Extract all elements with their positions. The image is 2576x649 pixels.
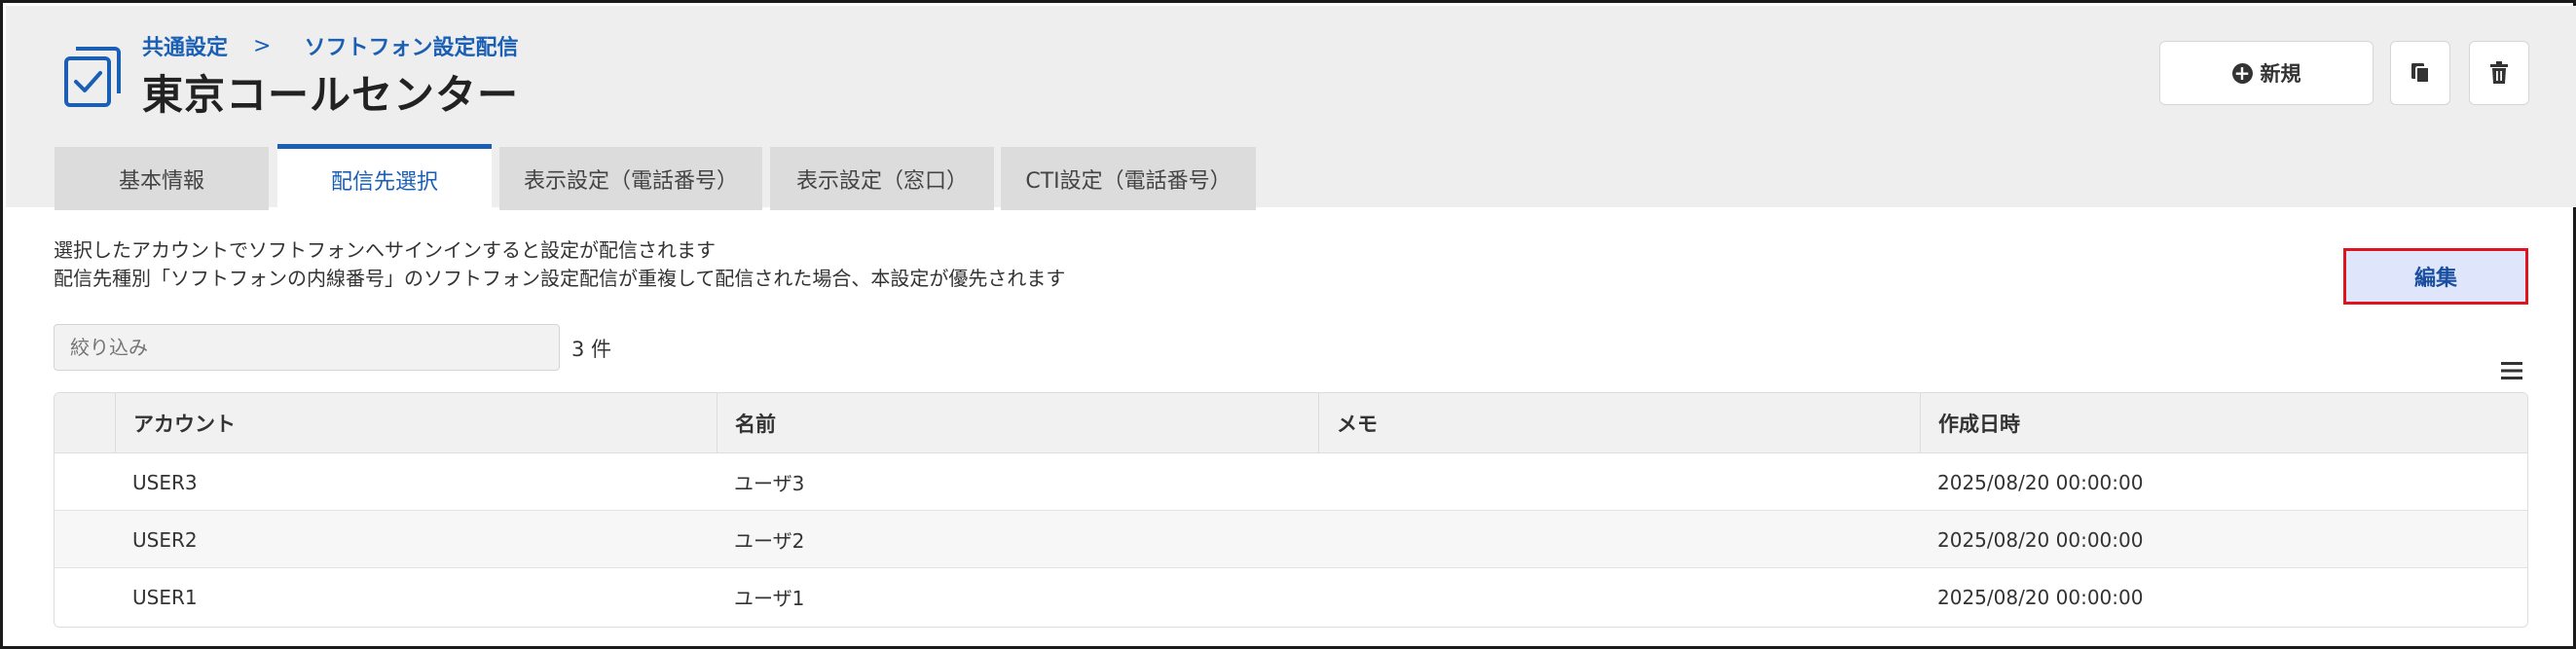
trash-icon — [2490, 61, 2508, 84]
cell-memo — [1318, 511, 1336, 568]
description-line-2: 配信先種別「ソフトフォンの内線番号」のソフトフォン設定配信が重複して配信された場… — [54, 267, 1066, 290]
table-header: アカウント 名前 メモ 作成日時 — [55, 393, 2527, 453]
cell-account: USER3 — [132, 470, 198, 494]
column-header-memo[interactable]: メモ — [1318, 393, 1920, 453]
tab-display-window[interactable]: 表示設定（窓口） — [770, 147, 994, 210]
edit-button[interactable]: 編集 — [2343, 248, 2528, 305]
description: 選択したアカウントでソフトフォンへサインインすると設定が配信されます 配信先種別… — [54, 236, 1065, 293]
checklist-icon — [64, 47, 121, 107]
delete-button[interactable] — [2469, 41, 2529, 105]
tab-delivery-target[interactable]: 配信先選択 — [277, 144, 492, 210]
copy-icon — [2411, 63, 2430, 84]
result-count: 3 件 — [571, 338, 612, 361]
tab-display-phone[interactable]: 表示設定（電話番号） — [499, 147, 762, 210]
new-button-label: 新規 — [2260, 62, 2301, 86]
breadcrumb: 共通設定 > ソフトフォン設定配信 — [142, 30, 518, 61]
column-header-name[interactable]: 名前 — [717, 393, 1318, 453]
cell-name: ユーザ2 — [734, 529, 805, 553]
table-row[interactable]: USER3 ユーザ3 2025/08/20 00:00:00 — [55, 453, 2527, 511]
plus-circle-icon: + — [2231, 62, 2253, 84]
cell-memo — [1318, 453, 1336, 511]
account-table: アカウント 名前 メモ 作成日時 USER3 ユーザ3 2025/08/20 0… — [54, 392, 2528, 628]
page-header: 共通設定 > ソフトフォン設定配信 東京コールセンター + 新規 基本情報 配信… — [6, 6, 2576, 210]
tab-cti-settings[interactable]: CTI設定（電話番号） — [1001, 147, 1256, 210]
tab-basic-info[interactable]: 基本情報 — [55, 147, 269, 210]
table-row[interactable]: USER2 ユーザ2 2025/08/20 00:00:00 — [55, 511, 2527, 568]
breadcrumb-parent-link[interactable]: 共通設定 — [142, 30, 228, 61]
cell-name: ユーザ3 — [734, 472, 805, 495]
cell-account: USER2 — [132, 527, 198, 552]
table-row[interactable]: USER1 ユーザ1 2025/08/20 00:00:00 — [55, 568, 2527, 626]
copy-button[interactable] — [2390, 41, 2450, 105]
description-line-1: 選択したアカウントでソフトフォンへサインインすると設定が配信されます — [54, 238, 716, 262]
breadcrumb-separator: > — [253, 33, 272, 58]
cell-memo — [1318, 568, 1336, 626]
page-title: 東京コールセンター — [142, 71, 520, 119]
column-menu-icon[interactable] — [2501, 361, 2522, 380]
app-window: 共通設定 > ソフトフォン設定配信 東京コールセンター + 新規 基本情報 配信… — [0, 0, 2576, 649]
column-header-account[interactable]: アカウント — [115, 393, 717, 453]
new-button[interactable]: + 新規 — [2159, 41, 2374, 105]
cell-created: 2025/08/20 00:00:00 — [1937, 470, 2144, 494]
filter-input[interactable] — [54, 324, 560, 371]
cell-created: 2025/08/20 00:00:00 — [1937, 585, 2144, 609]
cell-created: 2025/08/20 00:00:00 — [1937, 527, 2144, 552]
cell-account: USER1 — [132, 585, 198, 609]
breadcrumb-current-link[interactable]: ソフトフォン設定配信 — [304, 30, 518, 61]
cell-name: ユーザ1 — [734, 587, 805, 610]
column-header-created[interactable]: 作成日時 — [1920, 393, 2527, 453]
